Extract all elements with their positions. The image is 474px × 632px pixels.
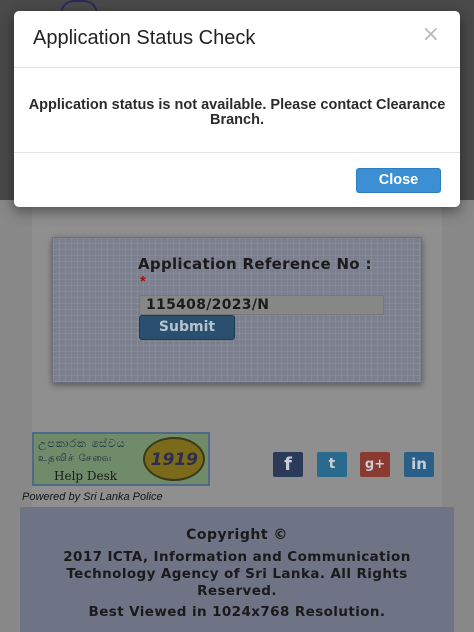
- footer-organization: 2017 ICTA, Information and Communication…: [63, 549, 411, 599]
- modal-divider-top: [14, 67, 460, 68]
- status-modal: Application Status Check × Application s…: [14, 11, 460, 207]
- googleplus-icon[interactable]: g+: [360, 452, 390, 477]
- help-desk-sinhala: උපකාරක සේවය: [38, 437, 126, 450]
- twitter-icon[interactable]: t: [317, 452, 347, 477]
- modal-message: Application status is not available. Ple…: [28, 97, 446, 128]
- powered-by-text: Powered by Sri Lanka Police: [22, 491, 163, 503]
- facebook-icon[interactable]: f: [273, 452, 303, 477]
- modal-title: Application Status Check: [33, 27, 256, 49]
- footer-copyright: Copyright ©: [186, 527, 288, 543]
- help-desk-tamil: உதவிச் சேவை: [38, 453, 113, 464]
- footer: Copyright © 2017 ICTA, Information and C…: [20, 507, 454, 632]
- close-button[interactable]: Close: [356, 168, 441, 193]
- close-icon[interactable]: ×: [422, 23, 440, 47]
- reference-input[interactable]: 115408/2023/N: [139, 295, 384, 315]
- footer-best-viewed: Best Viewed in 1024x768 Resolution.: [88, 604, 386, 620]
- reference-label: Application Reference No :: [138, 255, 372, 273]
- hotline-number: 1919: [150, 450, 198, 470]
- help-desk-banner[interactable]: උපකාරක සේවය உதவிச் சேவை Help Desk 1919: [32, 432, 210, 486]
- submit-button[interactable]: Submit: [139, 315, 235, 340]
- linkedin-icon[interactable]: in: [404, 452, 434, 477]
- modal-divider-bottom: [14, 152, 460, 153]
- help-desk-english: Help Desk: [54, 469, 118, 483]
- required-marker: *: [140, 273, 146, 290]
